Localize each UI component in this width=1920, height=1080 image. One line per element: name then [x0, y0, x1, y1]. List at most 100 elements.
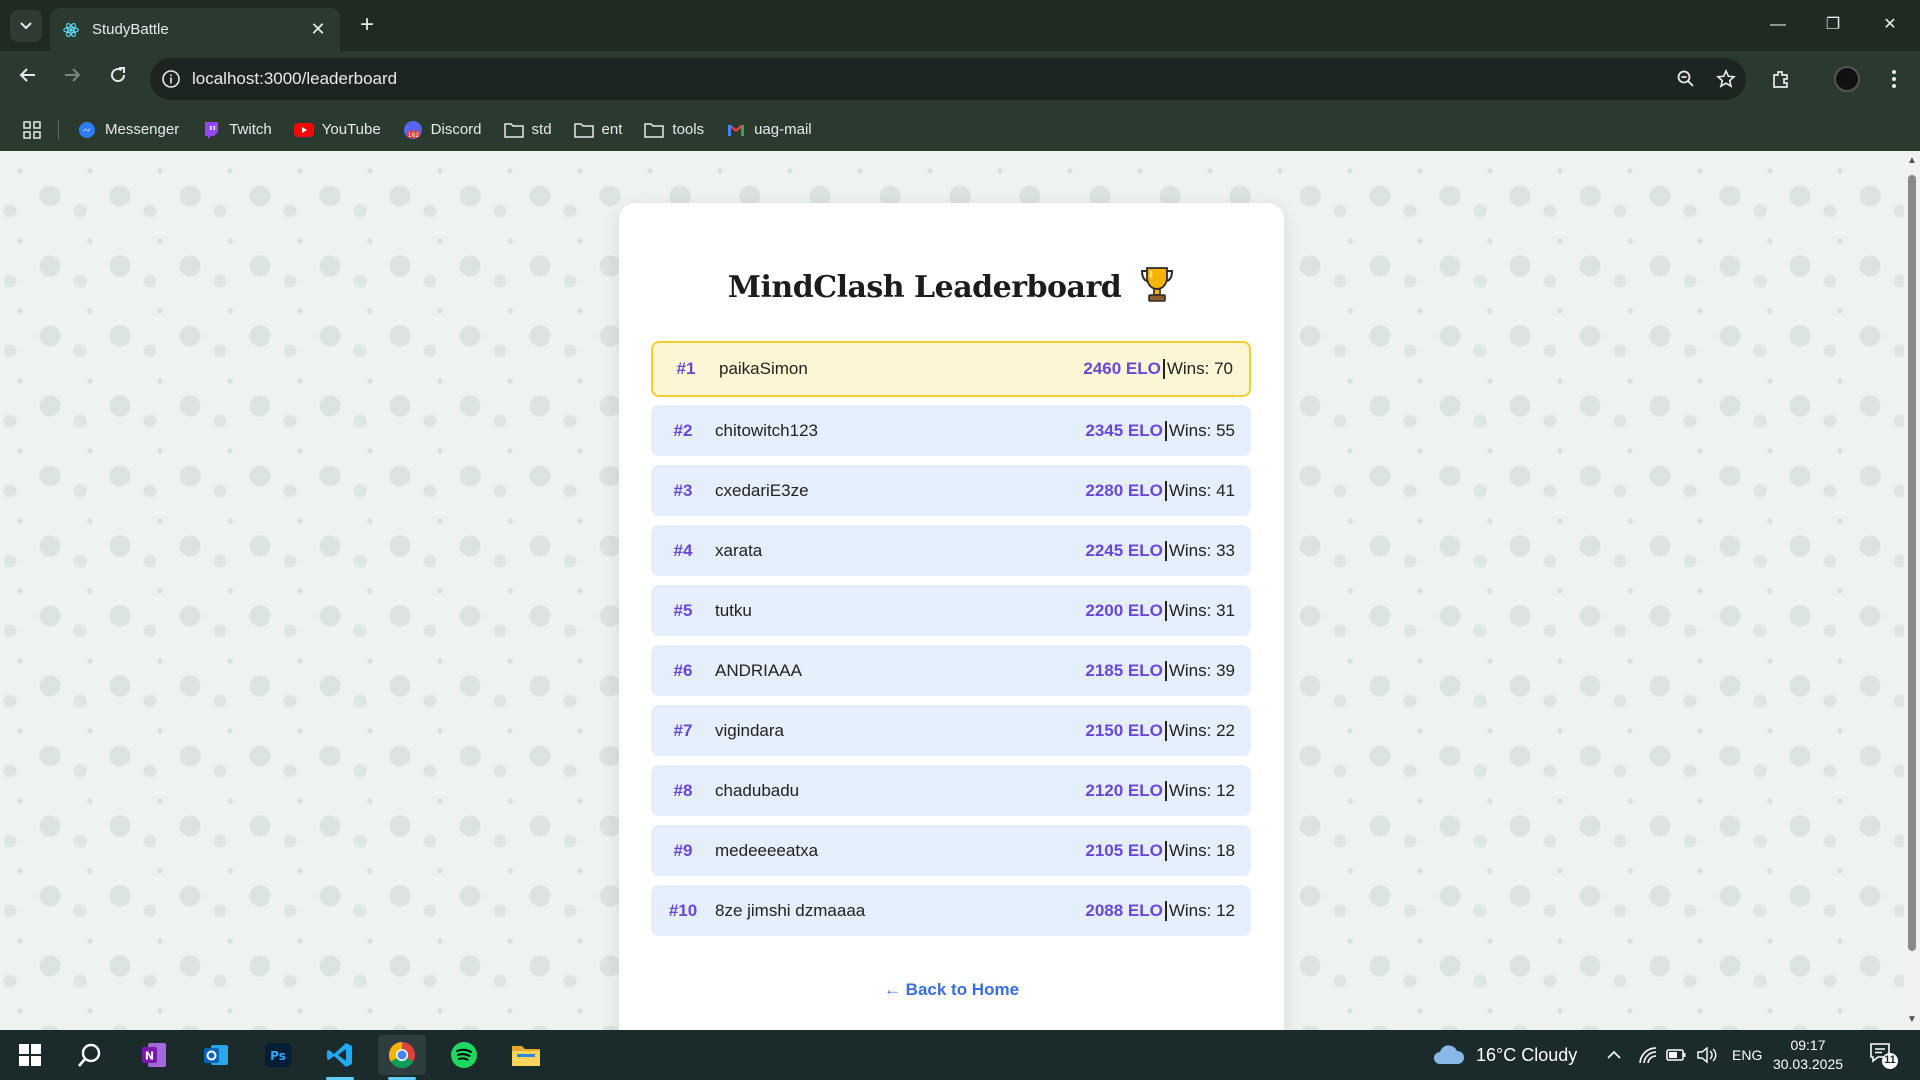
onenote-icon: N: [142, 1043, 166, 1067]
close-window-button[interactable]: ✕: [1870, 10, 1910, 40]
system-clock[interactable]: 09:17 30.03.2025: [1772, 1036, 1844, 1074]
player-name: cxedariE3ze: [715, 480, 809, 500]
file-explorer-app[interactable]: [502, 1035, 550, 1075]
bookmark-folder-ent[interactable]: ent: [573, 120, 622, 140]
outlook-app[interactable]: [192, 1035, 240, 1075]
page-title: MindClash Leaderboard: [619, 265, 1284, 305]
leaderboard-row-1: #1 paikaSimon 2460 ELO Wins: 70: [651, 341, 1251, 397]
network-icon[interactable]: [1638, 1030, 1658, 1080]
leaderboard-row-7: #7 vigindara 2150 ELO Wins: 22: [651, 705, 1251, 756]
bookmark-folder-std[interactable]: std: [503, 120, 552, 140]
bookmark-label: uag-mail: [754, 121, 812, 138]
chrome-icon: [388, 1041, 415, 1069]
react-icon: [63, 22, 79, 37]
player-name: 8ze jimshi dzmaaaa: [715, 900, 866, 920]
player-name: vigindara: [715, 720, 784, 740]
volume-icon[interactable]: [1696, 1030, 1718, 1080]
weather-widget[interactable]: 16°C Cloudy: [1432, 1030, 1577, 1080]
apps-grid-icon[interactable]: [20, 118, 44, 142]
bookmark-star-icon[interactable]: [1706, 58, 1746, 100]
site-info-icon[interactable]: [150, 58, 192, 100]
back-button[interactable]: [12, 63, 44, 95]
back-to-home-link[interactable]: ← Back to Home: [619, 980, 1284, 1000]
leaderboard-title: MindClash Leaderboard: [727, 270, 1122, 305]
player-name: xarata: [715, 540, 763, 560]
scroll-up-arrow-icon[interactable]: ▲: [1904, 153, 1920, 169]
player-name: paikaSimon: [719, 359, 808, 378]
elo-score: 2150 ELO: [1085, 720, 1163, 740]
battery-icon[interactable]: [1666, 1030, 1686, 1080]
discord-icon: 162: [403, 120, 423, 140]
reload-button[interactable]: [102, 63, 134, 95]
stat-divider: [1164, 840, 1167, 861]
photoshop-app[interactable]: Ps: [254, 1035, 302, 1075]
spotify-app[interactable]: [440, 1035, 488, 1075]
page-viewport: MindClash Leaderboard #1 paikaSimon 2460…: [0, 151, 1904, 1030]
folder-icon: [573, 120, 594, 140]
zoom-icon[interactable]: [1666, 58, 1706, 100]
onenote-app[interactable]: N: [130, 1035, 178, 1075]
chevron-down-icon: [20, 22, 32, 30]
wins-count: Wins: 22: [1168, 720, 1235, 740]
elo-score: 2088 ELO: [1085, 900, 1163, 920]
bookmark-youtube[interactable]: YouTube: [293, 120, 381, 140]
leaderboard-row-6: #6 ANDRIAAA 2185 ELO Wins: 39: [651, 645, 1251, 696]
bookmark-uag-mail[interactable]: uag-mail: [726, 120, 812, 140]
new-tab-button[interactable]: +: [352, 10, 382, 40]
rank-label: #9: [673, 840, 693, 860]
stat-divider: [1162, 359, 1165, 379]
leaderboard-row-8: #8 chadubadu 2120 ELO Wins: 12: [651, 765, 1251, 816]
wins-count: Wins: 12: [1168, 900, 1235, 920]
elo-score: 2280 ELO: [1085, 480, 1163, 500]
arrow-left-icon: [19, 68, 35, 82]
restore-button[interactable]: ❐: [1813, 10, 1853, 40]
messenger-icon: [77, 120, 97, 140]
start-button[interactable]: [6, 1035, 54, 1075]
bookmark-label: YouTube: [321, 121, 381, 138]
windows-taskbar: N Ps 16°C Cloudy ENG 09:17 30.03.2025 11: [0, 1030, 1920, 1080]
chevron-up-icon: [1607, 1050, 1621, 1059]
show-hidden-icons-button[interactable]: [1606, 1030, 1622, 1080]
bookmark-folder-tools[interactable]: tools: [644, 120, 704, 140]
tab-search-button[interactable]: [10, 10, 42, 42]
wins-count: Wins: 41: [1168, 480, 1235, 500]
stat-divider: [1164, 540, 1167, 561]
minimize-button[interactable]: —: [1758, 10, 1798, 40]
bookmark-label: Messenger: [105, 121, 180, 138]
extensions-icon[interactable]: [1765, 63, 1797, 95]
browser-tab[interactable]: StudyBattle ✕: [50, 8, 340, 51]
bookmark-discord[interactable]: 162 Discord: [403, 120, 482, 140]
cloud-icon: [1434, 1045, 1465, 1064]
bookmark-messenger[interactable]: Messenger: [77, 120, 179, 140]
search-icon: [78, 1043, 101, 1067]
elo-score: 2345 ELO: [1085, 420, 1163, 440]
wins-count: Wins: 31: [1168, 600, 1235, 620]
input-language-indicator[interactable]: ENG: [1732, 1030, 1762, 1080]
trophy-icon: [1141, 267, 1174, 302]
vscode-icon: [327, 1043, 352, 1067]
rank-label: #2: [673, 420, 693, 440]
rank-label: #3: [673, 480, 693, 500]
address-bar[interactable]: localhost:3000/leaderboard: [150, 58, 1746, 100]
bookmarks-separator: [58, 119, 59, 140]
bookmark-twitch[interactable]: Twitch: [201, 120, 272, 140]
wins-count: Wins: 39: [1168, 660, 1235, 680]
player-name: ANDRIAAA: [715, 660, 802, 680]
forward-button[interactable]: [56, 63, 88, 95]
tab-close-icon[interactable]: ✕: [308, 19, 328, 40]
vscode-app[interactable]: [316, 1035, 364, 1080]
chrome-app[interactable]: [378, 1035, 426, 1080]
browser-toolbar: localhost:3000/leaderboard: [0, 51, 1920, 108]
weather-text: 16°C Cloudy: [1476, 1044, 1578, 1065]
notification-center-button[interactable]: 11: [1868, 1040, 1900, 1070]
rank-label: #8: [673, 780, 693, 800]
svg-text:162: 162: [407, 132, 419, 139]
scroll-down-arrow-icon[interactable]: ▼: [1904, 1012, 1920, 1028]
page-scrollbar[interactable]: ▲ ▼: [1904, 151, 1920, 1030]
menu-kebab-icon[interactable]: [1878, 63, 1910, 95]
scroll-thumb[interactable]: [1908, 175, 1916, 951]
search-button[interactable]: [66, 1035, 114, 1075]
notification-count-badge: 11: [1884, 1054, 1896, 1066]
profile-avatar[interactable]: [1831, 63, 1863, 95]
leaderboard-row-9: #9 medeeeeatxa 2105 ELO Wins: 18: [651, 825, 1251, 876]
